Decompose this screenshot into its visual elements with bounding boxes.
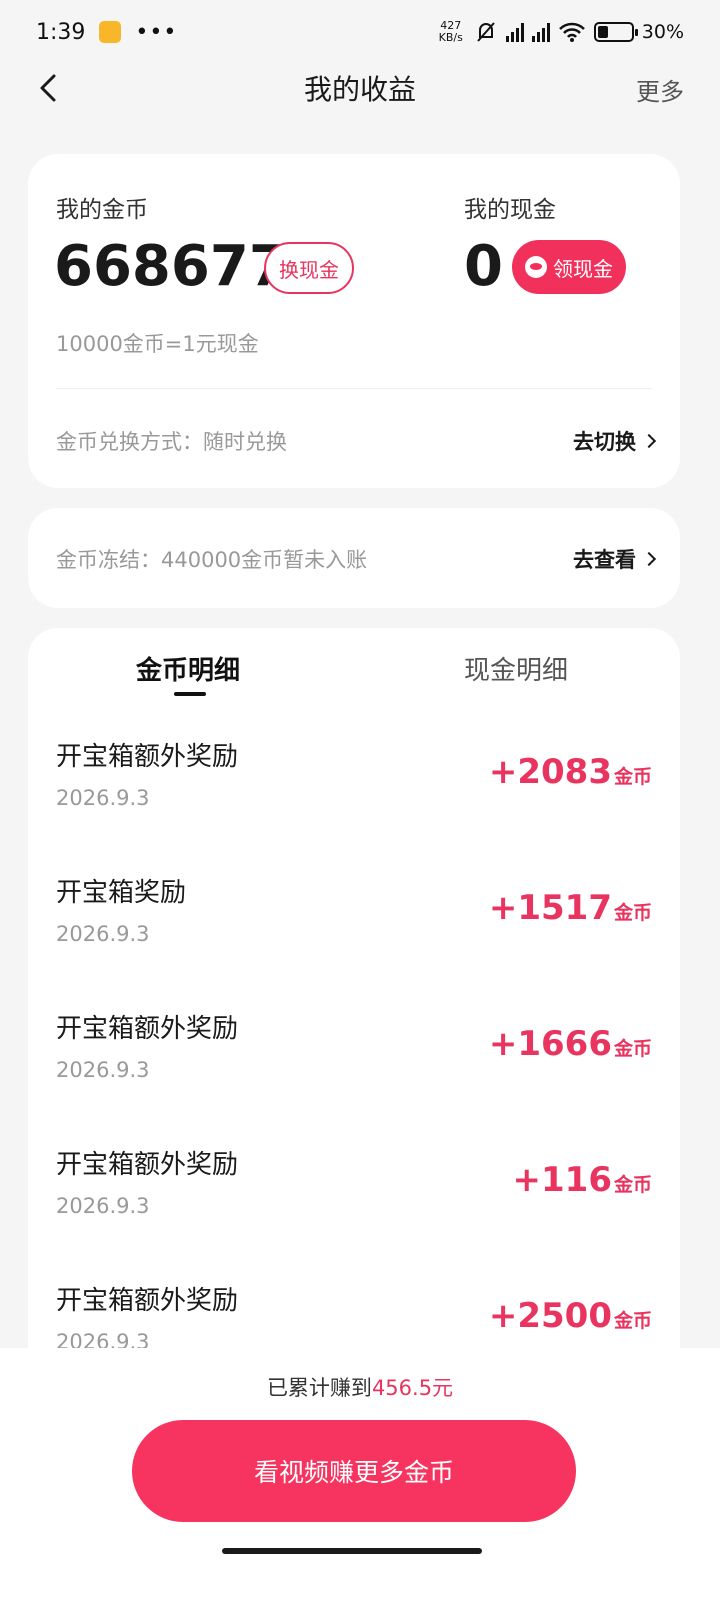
record-title: 开宝箱额外奖励 <box>56 1150 239 1180</box>
exchange-rate: 10000金币=1元现金 <box>56 332 259 356</box>
divider <box>56 388 652 389</box>
nav-bar: 我的收益 更多 <box>0 56 720 120</box>
coins-value: 668677 <box>54 234 288 299</box>
back-arrow-icon[interactable] <box>32 70 68 106</box>
more-button[interactable]: 更多 <box>636 72 684 107</box>
exchange-mode-text: 金币兑换方式：随时兑换 <box>56 430 287 454</box>
claim-cash-button[interactable]: 领现金 <box>512 240 626 294</box>
home-indicator[interactable] <box>222 1548 482 1554</box>
total-earned: 已累计赚到456.5元 <box>0 1372 720 1402</box>
record-title: 开宝箱额外奖励 <box>56 1014 239 1044</box>
notification-app-icon <box>99 21 122 43</box>
status-bar: 1:39 ••• 427 KB/s 30% <box>0 0 720 64</box>
record-date: 2026.9.3 <box>56 1194 150 1218</box>
tab-coin-details[interactable]: 金币明细 <box>136 650 240 687</box>
network-speed-unit: KB/s <box>438 31 463 44</box>
battery-percent: 30% <box>641 21 684 43</box>
record-amount: +2500 金币 <box>489 1296 652 1336</box>
switch-mode-link[interactable]: 去切换 <box>573 426 657 456</box>
signal-1-icon <box>505 22 524 42</box>
chevron-right-icon <box>641 433 657 449</box>
mute-bell-icon <box>477 22 495 42</box>
cash-label: 我的现金 <box>464 197 556 223</box>
record-amount-unit: 金币 <box>613 1310 652 1332</box>
record-amount-value: +116 <box>512 1160 612 1200</box>
frozen-coins-card: 金币冻结：440000金币暂未入账 去查看 <box>28 508 680 608</box>
switch-mode-label: 去切换 <box>573 430 636 454</box>
record-title: 开宝箱奖励 <box>56 878 187 908</box>
record-date: 2026.9.3 <box>56 922 150 946</box>
coins-label: 我的金币 <box>56 197 148 223</box>
view-frozen-link[interactable]: 去查看 <box>573 544 657 574</box>
wifi-icon <box>558 22 585 42</box>
page-title: 我的收益 <box>303 73 416 106</box>
signal-2-icon <box>531 22 550 42</box>
claim-cash-label: 领现金 <box>553 256 613 281</box>
record-amount: +116 金币 <box>513 1160 652 1200</box>
record-amount-unit: 金币 <box>613 1174 652 1196</box>
list-item: 开宝箱额外奖励 2026.9.3 +1666 金币 <box>28 1000 680 1136</box>
more-notifications-icon: ••• <box>135 19 178 45</box>
record-amount: +1517 金币 <box>489 888 652 928</box>
view-frozen-label: 去查看 <box>573 548 636 572</box>
balance-card: 我的金币 668677 换现金 我的现金 0 领现金 10000金币=1元现金 … <box>28 154 680 488</box>
network-speed: 427 KB/s <box>436 20 466 44</box>
record-amount-value: +2083 <box>488 752 612 792</box>
record-amount: +1666 金币 <box>489 1024 652 1064</box>
battery-icon <box>593 22 638 42</box>
exchange-cash-button[interactable]: 换现金 <box>264 242 354 294</box>
record-amount-value: +2500 <box>488 1296 612 1336</box>
record-title: 开宝箱额外奖励 <box>56 742 239 772</box>
frozen-coins-text: 金币冻结：440000金币暂未入账 <box>56 548 368 572</box>
record-date: 2026.9.3 <box>56 786 150 810</box>
total-earned-value: 456.5元 <box>371 1376 454 1400</box>
chevron-right-icon <box>641 551 657 567</box>
tab-active-indicator <box>174 692 206 696</box>
list-item: 开宝箱额外奖励 2026.9.3 +2083 金币 <box>28 728 680 864</box>
record-amount: +2083 金币 <box>489 752 652 792</box>
status-time: 1:39 <box>36 19 86 45</box>
record-title: 开宝箱额外奖励 <box>56 1286 239 1316</box>
tab-cash-details[interactable]: 现金明细 <box>464 650 568 687</box>
record-amount-value: +1517 <box>488 888 612 928</box>
wechat-pay-icon <box>525 256 547 278</box>
record-amount-unit: 金币 <box>613 1038 652 1060</box>
records-card: 金币明细 现金明细 开宝箱额外奖励 2026.9.3 +2083 金币 开宝箱奖… <box>28 628 680 1368</box>
record-amount-unit: 金币 <box>613 766 652 788</box>
watch-video-button[interactable]: 看视频赚更多金币 <box>132 1420 576 1522</box>
list-item: 开宝箱奖励 2026.9.3 +1517 金币 <box>28 864 680 1000</box>
total-earned-prefix: 已累计赚到 <box>266 1376 372 1400</box>
cash-value: 0 <box>464 234 503 299</box>
record-amount-unit: 金币 <box>613 902 652 924</box>
bottom-bar: 已累计赚到456.5元 看视频赚更多金币 <box>0 1348 720 1600</box>
record-amount-value: +1666 <box>488 1024 612 1064</box>
list-item: 开宝箱额外奖励 2026.9.3 +116 金币 <box>28 1136 680 1272</box>
record-date: 2026.9.3 <box>56 1058 150 1082</box>
records-tabs: 金币明细 现金明细 <box>28 628 680 712</box>
